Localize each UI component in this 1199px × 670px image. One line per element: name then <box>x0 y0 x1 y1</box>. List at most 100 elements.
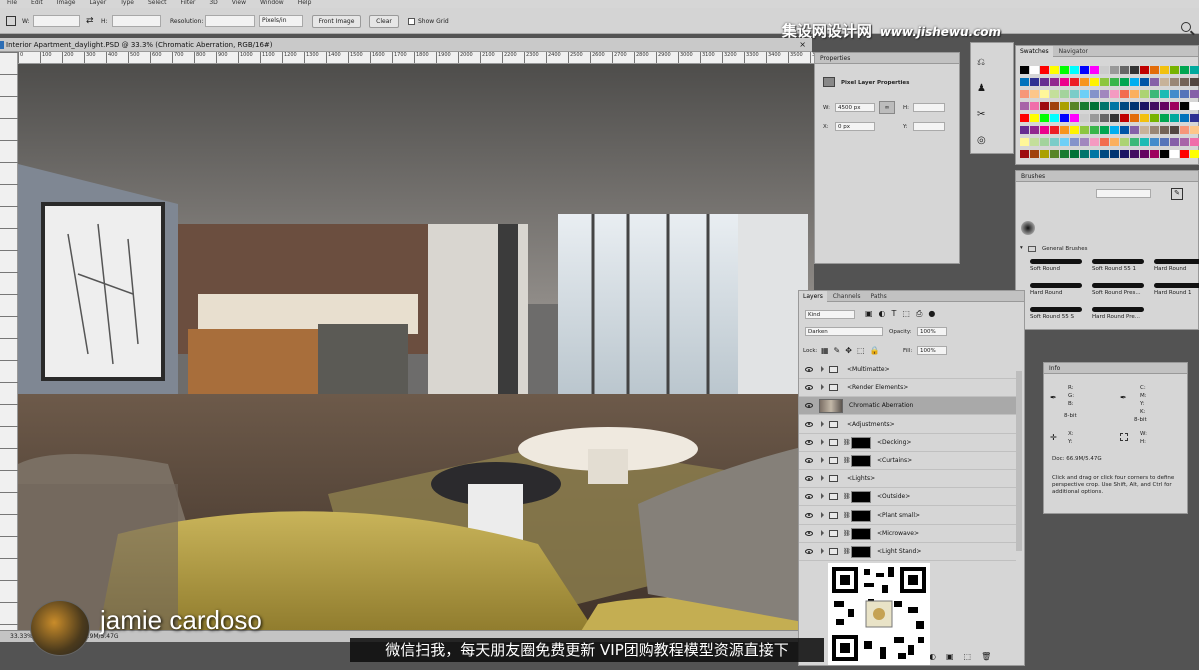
swatch[interactable] <box>1170 138 1179 146</box>
fill-input[interactable]: 100% <box>917 346 947 355</box>
menu-item-window[interactable]: Window <box>260 0 284 6</box>
brush-item[interactable]: Soft Round Pres... <box>1092 283 1144 296</box>
swatch[interactable] <box>1160 66 1169 74</box>
swatch[interactable] <box>1190 114 1199 122</box>
swatch[interactable] <box>1050 150 1059 158</box>
swatch[interactable] <box>1040 90 1049 98</box>
swatch[interactable] <box>1060 78 1069 86</box>
menu-item-help[interactable]: Help <box>298 0 312 6</box>
expand-arrow-icon[interactable] <box>821 457 824 463</box>
layer-row[interactable]: ⛓ <Curtains> <box>799 452 1016 470</box>
opacity-input[interactable]: 100% <box>917 327 947 336</box>
blend-mode-select[interactable]: Darken <box>805 327 883 336</box>
swatch[interactable] <box>1100 78 1109 86</box>
resolution-unit-select[interactable]: Pixels/in <box>259 15 303 27</box>
swatch[interactable] <box>1190 102 1199 110</box>
resolution-input[interactable] <box>205 15 255 27</box>
layer-mask-thumbnail[interactable] <box>851 546 871 558</box>
swatch[interactable] <box>1070 102 1079 110</box>
document-tab[interactable]: Interior Apartment_daylight.PSD @ 33.3% … <box>0 38 812 52</box>
swatch[interactable] <box>1050 126 1059 134</box>
swatch[interactable] <box>1190 138 1199 146</box>
swatch[interactable] <box>1020 78 1029 86</box>
swatch[interactable] <box>1090 114 1099 122</box>
swatch[interactable] <box>1190 66 1199 74</box>
swatch[interactable] <box>1110 138 1119 146</box>
swatch[interactable] <box>1180 150 1189 158</box>
swatch[interactable] <box>1180 90 1189 98</box>
brush-size-input[interactable] <box>1096 189 1151 198</box>
menu-item-edit[interactable]: Edit <box>31 0 43 6</box>
swatch[interactable] <box>1090 90 1099 98</box>
layer-row[interactable]: ⛓ <Plant small> <box>799 507 1016 525</box>
swatch[interactable] <box>1100 114 1109 122</box>
swatch[interactable] <box>1170 114 1179 122</box>
swatch[interactable] <box>1150 114 1159 122</box>
document-canvas[interactable] <box>18 64 814 636</box>
swatch[interactable] <box>1180 102 1189 110</box>
swatch[interactable] <box>1030 102 1039 110</box>
swatch[interactable] <box>1160 138 1169 146</box>
brush-item[interactable]: Hard Round 1 <box>1154 283 1199 296</box>
front-image-button[interactable]: Front Image <box>312 15 361 28</box>
height-input[interactable] <box>112 15 161 27</box>
swatch[interactable] <box>1110 114 1119 122</box>
person-icon[interactable]: ♟ <box>977 83 991 97</box>
visibility-eye-icon[interactable] <box>805 403 813 409</box>
swatch[interactable] <box>1080 126 1089 134</box>
swatch[interactable] <box>1170 78 1179 86</box>
menu-item-3d[interactable]: 3D <box>209 0 217 6</box>
swatch[interactable] <box>1090 78 1099 86</box>
filter-icons[interactable]: ▣◐T⬚⎙● <box>865 309 941 319</box>
swatch[interactable] <box>1100 102 1109 110</box>
swatch[interactable] <box>1070 150 1079 158</box>
tab-swatches[interactable]: Swatches <box>1016 46 1053 57</box>
brush-item[interactable]: Soft Round 55 S <box>1030 307 1082 320</box>
swatch[interactable] <box>1150 138 1159 146</box>
expand-arrow-icon[interactable] <box>821 548 824 554</box>
swatch[interactable] <box>1120 102 1129 110</box>
swatch[interactable] <box>1140 150 1149 158</box>
menu-item-type[interactable]: Type <box>120 0 134 6</box>
swatch[interactable] <box>1140 114 1149 122</box>
layer-filter-kind[interactable]: Kind <box>805 310 855 319</box>
swatch[interactable] <box>1130 150 1139 158</box>
visibility-eye-icon[interactable] <box>805 439 813 445</box>
swatch[interactable] <box>1180 138 1189 146</box>
swatch[interactable] <box>1060 66 1069 74</box>
swatch[interactable] <box>1130 90 1139 98</box>
tab-layers[interactable]: Layers <box>799 291 827 302</box>
visibility-eye-icon[interactable] <box>805 530 813 536</box>
swatch[interactable] <box>1070 90 1079 98</box>
swatch[interactable] <box>1090 138 1099 146</box>
swatch[interactable] <box>1060 114 1069 122</box>
swatch[interactable] <box>1140 126 1149 134</box>
expand-arrow-icon[interactable] <box>821 366 824 372</box>
layer-row[interactable]: <Adjustments> <box>799 416 1016 434</box>
brush-item[interactable]: Soft Round <box>1030 259 1082 272</box>
swatch[interactable] <box>1110 90 1119 98</box>
swatch[interactable] <box>1140 138 1149 146</box>
tab-channels[interactable]: Channels <box>829 291 865 302</box>
menu-item-image[interactable]: Image <box>57 0 76 6</box>
visibility-eye-icon[interactable] <box>805 512 813 518</box>
swatch[interactable] <box>1020 66 1029 74</box>
swatch[interactable] <box>1170 90 1179 98</box>
show-grid-checkbox[interactable] <box>408 18 415 25</box>
swatch[interactable] <box>1090 126 1099 134</box>
swatch[interactable] <box>1080 102 1089 110</box>
swatch[interactable] <box>1190 126 1199 134</box>
swatch[interactable] <box>1070 66 1079 74</box>
swatch[interactable] <box>1080 66 1089 74</box>
swatch[interactable] <box>1030 138 1039 146</box>
swatch[interactable] <box>1130 114 1139 122</box>
swatch[interactable] <box>1150 78 1159 86</box>
swatch[interactable] <box>1130 138 1139 146</box>
swatch[interactable] <box>1030 150 1039 158</box>
swatch[interactable] <box>1170 150 1179 158</box>
swatch[interactable] <box>1100 66 1109 74</box>
swatch[interactable] <box>1040 102 1049 110</box>
swatch[interactable] <box>1160 102 1169 110</box>
swatch[interactable] <box>1120 114 1129 122</box>
swatch[interactable] <box>1040 126 1049 134</box>
